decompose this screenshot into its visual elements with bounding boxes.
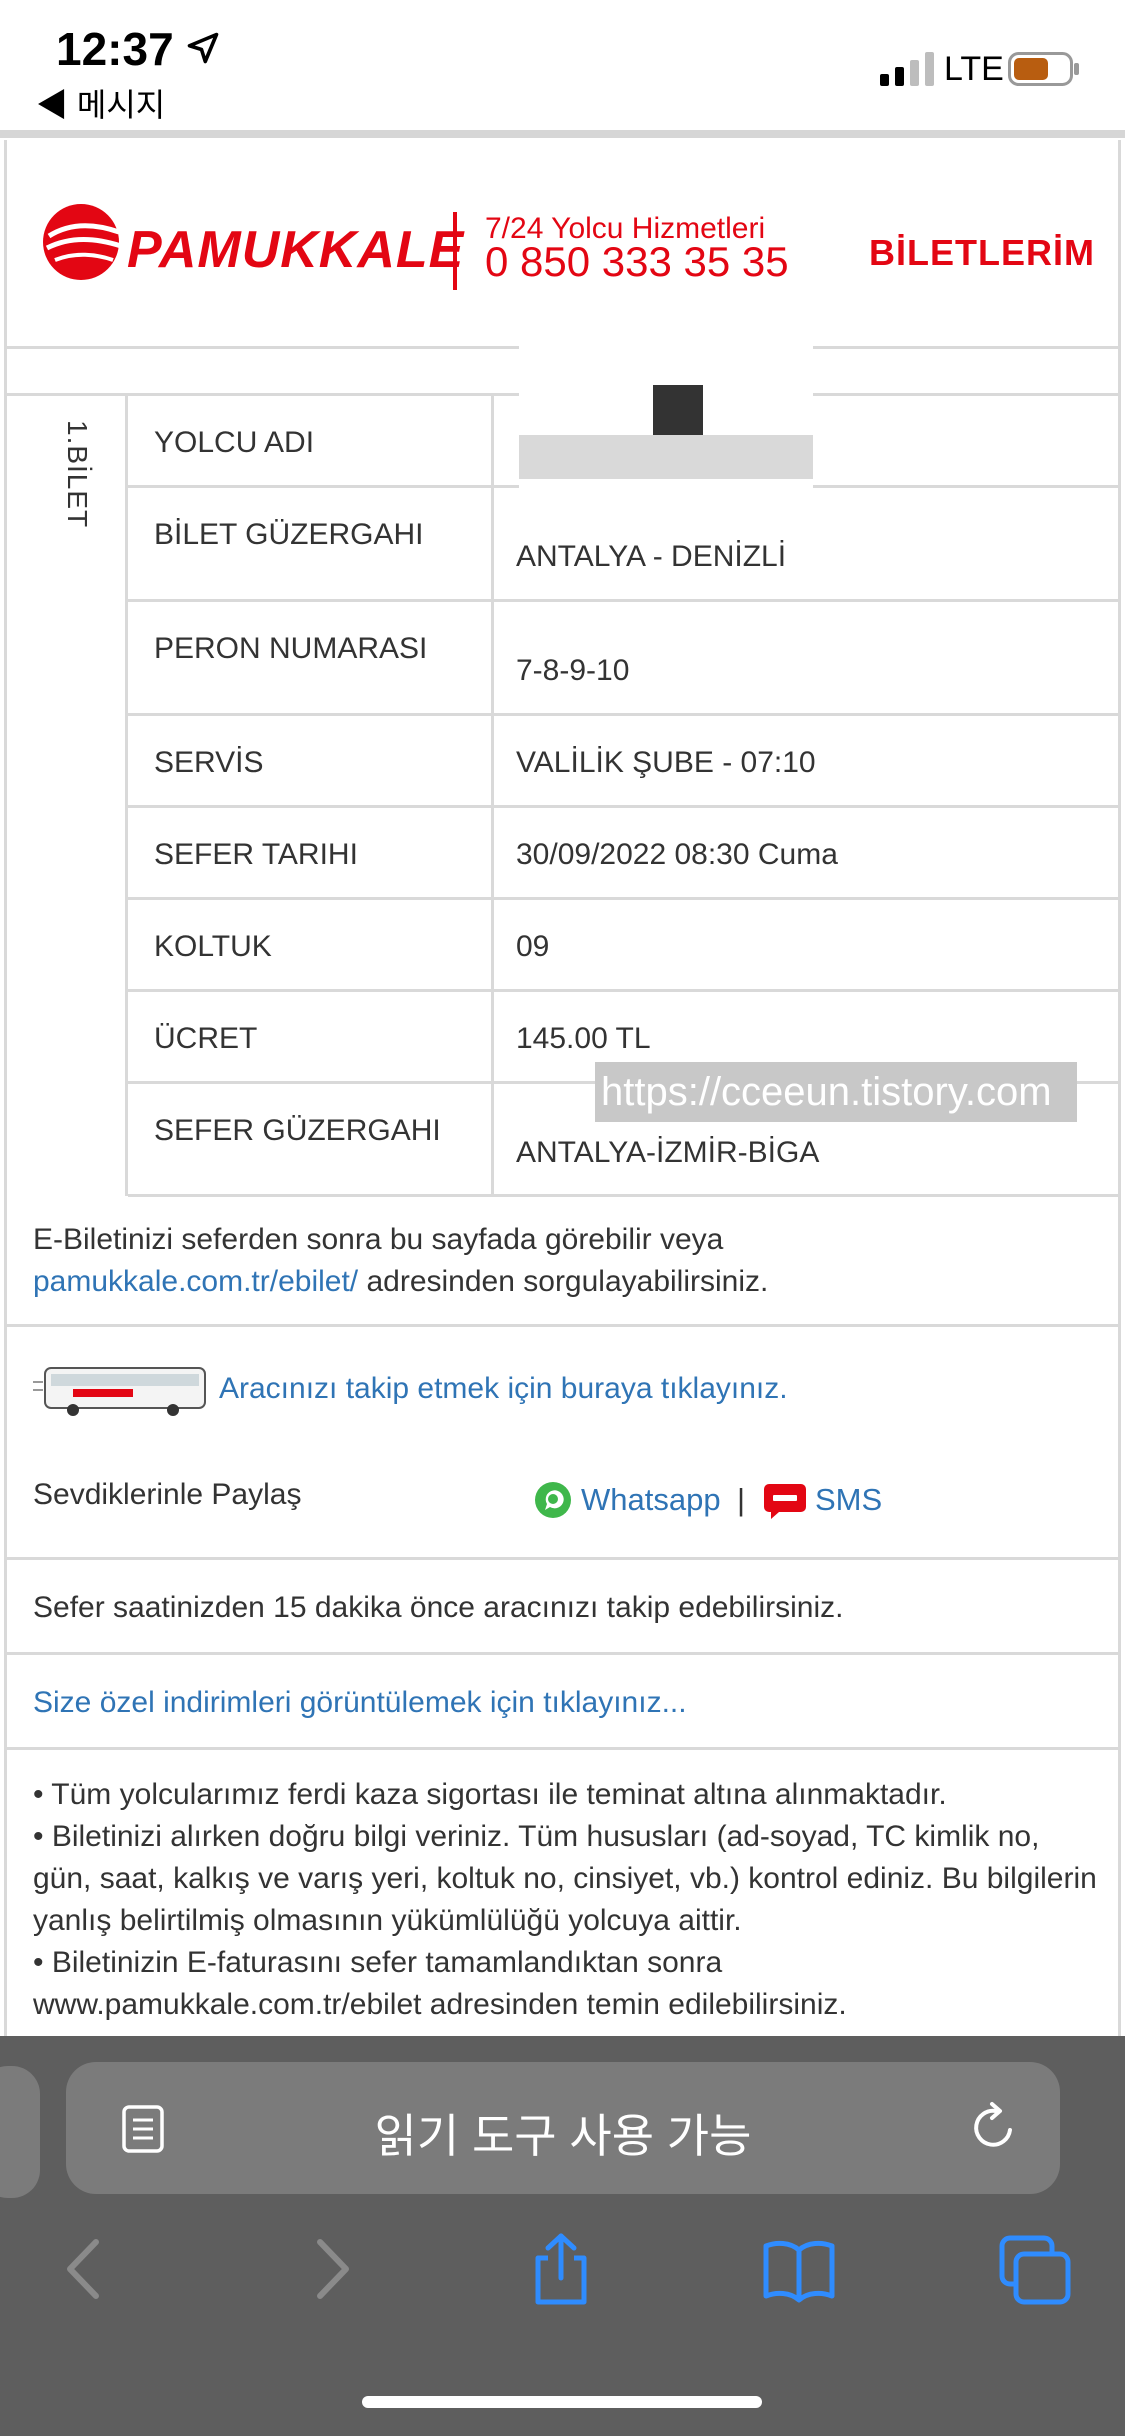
row-value: ANTALYA - DENİZLİ [516,540,787,573]
home-indicator[interactable] [362,2396,762,2408]
tracking-section: Aracınızı takip etmek için buraya tıklay… [7,1330,1118,1560]
battery-icon [1008,52,1079,86]
redaction-bar [519,435,813,479]
toolbar-divider [0,130,1125,138]
browser-toolbar: 읽기 도구 사용 가능 [0,2036,1125,2436]
pamukkale-logo-icon[interactable] [41,202,125,282]
my-tickets-link[interactable]: BİLETLERİM [869,232,1095,274]
ticket-page: PAMUKKALE 7/24 Yolcu Hizmetleri 0 850 33… [4,140,1121,2040]
row-label: PERON NUMARASI [154,632,428,665]
row-label: SEFER GÜZERGAHI [154,1114,441,1147]
back-to-messages-button[interactable]: ◀ 메시지 [36,80,165,126]
cellular-signal-icon [880,52,934,86]
terms-item: • Tüm yolcularımız ferdi kaza sigortası … [33,1778,947,1811]
sms-icon[interactable] [763,1480,807,1520]
ticket-number-label: 1.BİLET [62,420,93,529]
whatsapp-share-link[interactable]: Whatsapp [581,1482,721,1518]
site-header: PAMUKKALE 7/24 Yolcu Hizmetleri 0 850 33… [7,140,1118,349]
forward-arrow-icon[interactable] [292,2232,366,2306]
row-value: 7-8-9-10 [516,654,630,687]
ebilet-note: E-Biletinizi seferden sonra bu sayfada g… [7,1197,1118,1327]
sms-share-link[interactable]: SMS [815,1482,882,1518]
share-label: Sevdiklerinle Paylaş [33,1478,302,1511]
redaction-square [653,385,703,435]
row-value: 145.00 TL [516,1022,651,1055]
ebilet-note-line1: E-Biletinizi seferden sonra bu sayfada g… [33,1223,724,1256]
whatsapp-icon[interactable] [533,1480,573,1520]
tracking-info-text: Sefer saatinizden 15 dakika önce aracını… [33,1591,844,1624]
terms-item: • Biletinizin E-faturasını sefer tamamla… [33,1946,847,2021]
ebilet-link[interactable]: pamukkale.com.tr/ebilet/ [33,1265,358,1298]
tracking-info: Sefer saatinizden 15 dakika önce aracını… [7,1563,1118,1655]
service-phone-link[interactable]: 0 850 333 35 35 [485,238,789,286]
row-label: BİLET GÜZERGAHI [154,518,424,551]
back-arrow-icon[interactable] [50,2232,124,2306]
bookmarks-icon[interactable] [762,2232,836,2306]
row-value: ANTALYA-İZMİR-BİGA [516,1136,820,1169]
ebilet-note-line2: adresinden sorgulayabilirsiniz. [358,1265,769,1298]
row-platform: PERON NUMARASI 7-8-9-10 [128,602,1118,716]
share-icon[interactable] [524,2232,598,2306]
row-value: 30/09/2022 08:30 Cuma [516,838,838,871]
row-label: KOLTUK [154,930,272,963]
tabs-icon[interactable] [998,2232,1072,2306]
bus-icon [33,1367,206,1416]
terms-list: • Tüm yolcularımız ferdi kaza sigortası … [33,1774,1103,2026]
location-arrow-icon [187,32,219,64]
previous-tab-preview[interactable] [0,2066,40,2198]
row-label: SEFER TARIHI [154,838,358,871]
row-value: 09 [516,930,550,963]
terms-item: • Biletinizi alırken doğru bilgi veriniz… [33,1820,1097,1937]
blog-watermark: https://cceeun.tistory.com [595,1062,1077,1122]
discount-section: Size özel indirimleri görüntülemek için … [7,1658,1118,1750]
clock: 12:37 [56,23,174,75]
row-departure-date: SEFER TARIHI 30/09/2022 08:30 Cuma [128,808,1118,900]
row-label: ÜCRET [154,1022,258,1055]
row-seat: KOLTUK 09 [128,900,1118,992]
ticket-number-column: 1.BİLET [7,396,128,1196]
discount-link[interactable]: Size özel indirimleri görüntülemek için … [33,1686,687,1720]
row-value: VALİLİK ŞUBE - 07:10 [516,746,816,779]
network-type: LTE [944,50,1004,88]
address-bar-text: 읽기 도구 사용 가능 [374,2110,752,2162]
row-service: SERVİS VALİLİK ŞUBE - 07:10 [128,716,1118,808]
row-label: YOLCU ADI [154,426,315,459]
share-separator: | [737,1482,746,1517]
address-bar[interactable]: 읽기 도구 사용 가능 [66,2062,1060,2194]
track-vehicle-link[interactable]: Aracınızı takip etmek için buraya tıklay… [219,1372,788,1406]
status-bar: 12:37 ◀ 메시지 LTE [0,0,1125,130]
reload-icon[interactable] [966,2100,1020,2156]
header-divider [453,212,457,290]
row-label: SERVİS [154,746,264,779]
brand-name[interactable]: PAMUKKALE [127,220,464,280]
